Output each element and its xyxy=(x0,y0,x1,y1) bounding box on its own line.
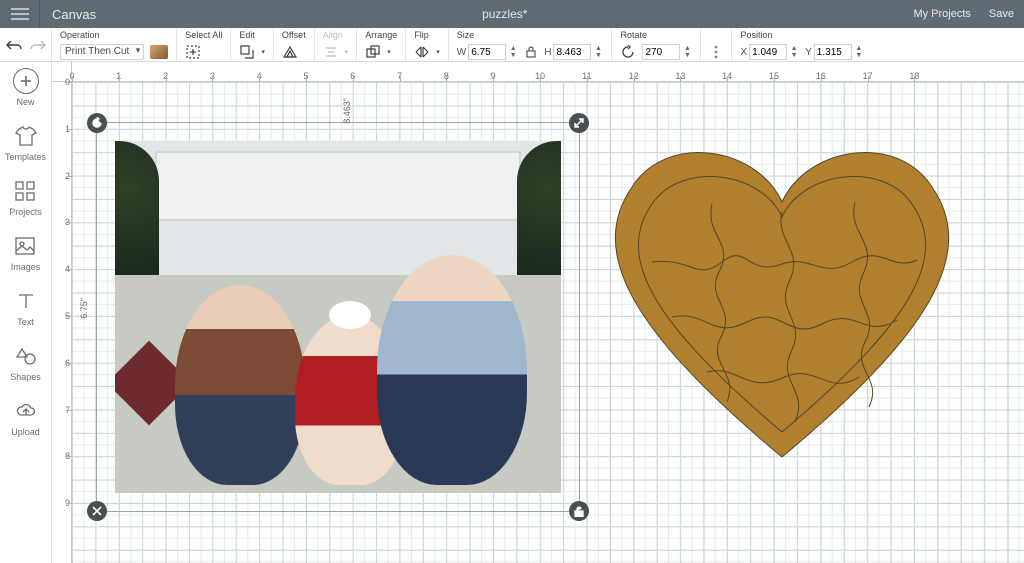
redo-button[interactable] xyxy=(30,37,46,53)
size-section: Size W ▲▼ H ▲▼ xyxy=(449,28,613,61)
ruler-horizontal: 0123456789101112131415161718 xyxy=(72,62,1024,82)
left-text[interactable]: Text xyxy=(13,288,39,327)
offset-section: Offset xyxy=(274,28,315,61)
scale-handle[interactable] xyxy=(569,113,589,133)
select-all-section: Select All xyxy=(177,28,231,61)
align-dropdown xyxy=(323,44,339,60)
operation-select[interactable]: Print Then Cut xyxy=(60,44,144,60)
tshirt-icon xyxy=(13,123,39,149)
menu-button[interactable] xyxy=(0,0,40,28)
arrange-dropdown[interactable] xyxy=(365,44,381,60)
grid-icon xyxy=(12,178,38,204)
left-new[interactable]: New xyxy=(13,68,39,107)
undo-button[interactable] xyxy=(6,37,22,53)
document-title: puzzles* xyxy=(96,7,913,21)
rotate-icon xyxy=(620,44,636,60)
pos-y-input[interactable] xyxy=(814,44,852,60)
more-icon[interactable] xyxy=(709,44,723,60)
sel-width-label: 8.463" xyxy=(342,98,352,124)
save-button[interactable]: Save xyxy=(989,8,1014,20)
edit-dropdown[interactable] xyxy=(239,44,255,60)
align-section: Align ▾ xyxy=(315,28,358,61)
size-w-stepper[interactable]: ▲▼ xyxy=(508,45,518,59)
rotate-handle[interactable] xyxy=(87,113,107,133)
image-icon xyxy=(12,233,38,259)
photo-object[interactable] xyxy=(115,141,561,493)
selection-bounds[interactable]: 6.75" xyxy=(96,122,580,512)
size-h-input[interactable] xyxy=(553,44,591,60)
pos-x-stepper[interactable]: ▲▼ xyxy=(789,45,799,59)
shapes-icon xyxy=(13,343,39,369)
position-section: Position X ▲▼ Y ▲▼ xyxy=(732,28,871,61)
size-w-input[interactable] xyxy=(468,44,506,60)
size-h-stepper[interactable]: ▲▼ xyxy=(593,45,603,59)
left-templates[interactable]: Templates xyxy=(5,123,46,162)
sel-height-label: 6.75" xyxy=(79,298,89,319)
app-topbar: Canvas puzzles* My Projects Save xyxy=(0,0,1024,28)
mirror-section xyxy=(701,28,732,61)
size-lock-icon[interactable] xyxy=(524,44,538,60)
left-toolbar: New Templates Projects Images Text Shape… xyxy=(0,62,52,563)
rotate-stepper[interactable]: ▲▼ xyxy=(682,45,692,59)
flip-dropdown[interactable] xyxy=(414,44,430,60)
pos-x-input[interactable] xyxy=(749,44,787,60)
canvas[interactable]: 0123456789101112131415161718 0123456789 … xyxy=(52,62,1024,563)
pos-y-stepper[interactable]: ▲▼ xyxy=(854,45,864,59)
delete-handle[interactable] xyxy=(87,501,107,521)
left-images[interactable]: Images xyxy=(11,233,41,272)
left-projects[interactable]: Projects xyxy=(9,178,42,217)
my-projects-link[interactable]: My Projects xyxy=(913,8,970,20)
select-all-button[interactable] xyxy=(185,44,201,60)
rotate-input[interactable] xyxy=(642,44,680,60)
operation-section: Operation Print Then Cut xyxy=(52,28,177,61)
edit-toolbar: Operation Print Then Cut Select All Edit… xyxy=(0,28,1024,62)
operation-swatch[interactable] xyxy=(150,45,168,59)
app-title: Canvas xyxy=(52,7,96,22)
left-upload[interactable]: Upload xyxy=(11,398,40,437)
arrange-section: Arrange ▾ xyxy=(357,28,406,61)
plus-icon xyxy=(13,68,39,94)
offset-button[interactable] xyxy=(282,44,298,60)
ruler-vertical: 0123456789 xyxy=(52,82,72,563)
lock-handle[interactable] xyxy=(569,501,589,521)
upload-icon xyxy=(13,398,39,424)
left-shapes[interactable]: Shapes xyxy=(10,343,41,382)
text-icon xyxy=(13,288,39,314)
flip-section: Flip ▾ xyxy=(406,28,449,61)
heart-puzzle-object[interactable] xyxy=(597,142,967,472)
edit-section: Edit ▾ xyxy=(231,28,274,61)
rotate-section: Rotate ▲▼ xyxy=(612,28,701,61)
